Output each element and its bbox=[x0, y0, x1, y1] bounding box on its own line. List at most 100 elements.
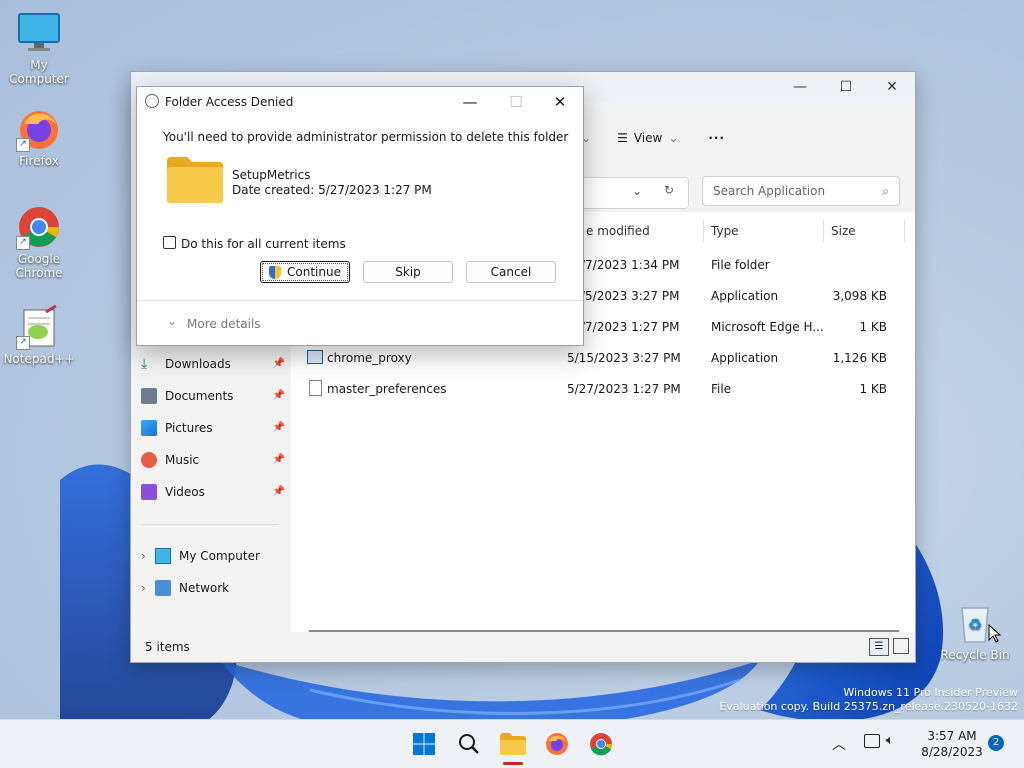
navigation-pane: ⤓ Downloads 📌 Documents 📌 Pictures 📌 Mus… bbox=[131, 322, 291, 632]
cancel-button[interactable]: Cancel bbox=[466, 261, 556, 283]
chrome-taskbar-button[interactable] bbox=[587, 730, 615, 758]
search-icon: ⌕ bbox=[882, 183, 889, 198]
firefox-icon: ↗ bbox=[16, 106, 62, 152]
nav-item-my-computer[interactable]: › My Computer bbox=[141, 542, 289, 570]
nav-item-music[interactable]: Music 📌 bbox=[141, 446, 289, 474]
download-icon: ⤓ bbox=[141, 356, 148, 372]
nav-item-network[interactable]: › Network bbox=[141, 574, 289, 602]
chevron-down-icon[interactable]: ⌄ bbox=[167, 314, 177, 328]
folder-icon bbox=[167, 157, 223, 203]
dialog-message: You'll need to provide administrator per… bbox=[163, 130, 569, 144]
details-view-button[interactable]: ☰ bbox=[869, 638, 889, 656]
clock-date: 8/28/2023 bbox=[921, 745, 983, 759]
desktop-icon-label: Google Chrome bbox=[15, 252, 63, 280]
application-icon bbox=[307, 350, 323, 364]
chevron-down-icon: ⌄ bbox=[668, 131, 679, 145]
videos-icon bbox=[141, 484, 157, 500]
notepadpp-icon: ↗ bbox=[16, 304, 62, 350]
maximize-button[interactable]: ☐ bbox=[823, 72, 869, 102]
table-row[interactable]: chrome_proxy 5/15/2023 3:27 PM Applicati… bbox=[301, 343, 901, 373]
show-hidden-icons-button[interactable]: ︿ bbox=[832, 734, 846, 754]
desktop-icon-chrome[interactable]: ↗ Google Chrome bbox=[0, 204, 78, 280]
folder-date-created: Date created: 5/27/2023 1:27 PM bbox=[232, 183, 432, 197]
close-button[interactable]: ✕ bbox=[869, 72, 915, 102]
desktop-icon-notepadpp[interactable]: ↗ Notepad++ bbox=[0, 304, 78, 366]
evaluation-watermark: Windows 11 Pro Insider Preview Evaluatio… bbox=[719, 686, 1018, 713]
desktop-icon-label: Recycle Bin bbox=[940, 648, 1010, 662]
windows-icon bbox=[413, 733, 435, 755]
apply-all-checkbox[interactable] bbox=[163, 236, 176, 249]
network-icon bbox=[155, 580, 171, 596]
pin-icon[interactable]: 📌 bbox=[273, 454, 285, 465]
firefox-taskbar-button[interactable] bbox=[543, 730, 571, 758]
music-icon bbox=[141, 452, 157, 468]
pin-icon[interactable]: 📌 bbox=[273, 390, 285, 401]
desktop-icon-firefox[interactable]: ↗ Firefox bbox=[0, 106, 78, 168]
tiles-view-button[interactable] bbox=[893, 638, 909, 654]
chrome-icon bbox=[590, 733, 613, 756]
nav-divider bbox=[141, 524, 279, 525]
search-input[interactable]: Search Application bbox=[713, 184, 825, 198]
chrome-icon: ↗ bbox=[16, 204, 62, 250]
uac-shield-icon bbox=[269, 265, 282, 279]
item-count: 5 items bbox=[145, 640, 190, 654]
taskbar: ︿ 🔈︎ 3:57 AM 8/28/2023 2 bbox=[0, 719, 1024, 768]
continue-button[interactable]: Continue bbox=[260, 261, 350, 283]
clock[interactable]: 3:57 AM 8/28/2023 bbox=[916, 728, 988, 760]
network-icon[interactable] bbox=[864, 734, 880, 748]
monitor-icon bbox=[155, 548, 171, 564]
address-bar[interactable]: ⌄ ↻ bbox=[571, 177, 689, 209]
documents-icon bbox=[141, 388, 157, 404]
nav-item-videos[interactable]: Videos 📌 bbox=[141, 478, 289, 506]
pin-icon[interactable]: 📌 bbox=[273, 422, 285, 433]
desktop-icon-recycle-bin[interactable]: ♻ Recycle Bin bbox=[936, 600, 1014, 662]
mouse-cursor-icon bbox=[988, 624, 1002, 643]
search-icon bbox=[459, 734, 479, 754]
search-box[interactable]: Search Application ⌕ bbox=[702, 176, 900, 206]
shortcut-arrow-icon: ↗ bbox=[16, 336, 30, 350]
apply-all-label[interactable]: Do this for all current items bbox=[181, 237, 346, 251]
firefox-icon bbox=[546, 733, 568, 755]
folder-access-denied-dialog: Folder Access Denied — ☐ ✕ You'll need t… bbox=[136, 86, 584, 346]
clock-time: 3:57 AM bbox=[927, 729, 977, 743]
volume-icon[interactable]: 🔈︎ bbox=[886, 733, 894, 748]
view-button[interactable]: ☰ View ⌄ bbox=[607, 131, 688, 145]
desktop-icon-label: Firefox bbox=[19, 154, 59, 168]
column-header-date[interactable]: e modified bbox=[586, 224, 650, 246]
shortcut-arrow-icon: ↗ bbox=[16, 236, 30, 250]
dialog-minimize-button[interactable]: — bbox=[447, 88, 493, 116]
column-header-size[interactable]: Size bbox=[831, 224, 856, 246]
file-explorer-taskbar-button[interactable] bbox=[499, 730, 527, 758]
search-button[interactable] bbox=[455, 730, 483, 758]
refresh-icon[interactable]: ↻ bbox=[664, 183, 674, 197]
folder-icon bbox=[500, 733, 526, 755]
explorer-toolbar: ⌄ ☰ View ⌄ ··· bbox=[571, 116, 915, 160]
desktop-icon-my-computer[interactable]: My Computer bbox=[0, 10, 78, 86]
monitor-icon bbox=[16, 10, 62, 56]
table-row[interactable]: master_preferences 5/27/2023 1:27 PM Fil… bbox=[301, 374, 901, 404]
pin-icon[interactable]: 📌 bbox=[273, 358, 285, 369]
chevron-down-icon[interactable]: ⌄ bbox=[632, 184, 642, 198]
chevron-right-icon[interactable]: › bbox=[141, 581, 155, 595]
pin-icon[interactable]: 📌 bbox=[273, 486, 285, 497]
chevron-right-icon[interactable]: › bbox=[141, 549, 155, 563]
dialog-footer: ⌄ More details bbox=[137, 300, 583, 345]
desktop-icon-label: Notepad++ bbox=[3, 352, 75, 366]
desktop-icon-label: My Computer bbox=[9, 58, 69, 86]
skip-button[interactable]: Skip bbox=[363, 261, 453, 283]
nav-item-downloads[interactable]: ⤓ Downloads 📌 bbox=[141, 350, 289, 378]
more-details-toggle[interactable]: More details bbox=[187, 317, 261, 331]
shortcut-arrow-icon: ↗ bbox=[16, 138, 30, 152]
column-header-type[interactable]: Type bbox=[711, 224, 739, 246]
dialog-close-button[interactable]: ✕ bbox=[537, 88, 583, 116]
file-icon bbox=[309, 380, 322, 396]
status-bar: 5 items ☰ bbox=[131, 632, 915, 662]
nav-item-pictures[interactable]: Pictures 📌 bbox=[141, 414, 289, 442]
notification-badge[interactable]: 2 bbox=[988, 735, 1004, 751]
pictures-icon bbox=[141, 420, 157, 436]
start-button[interactable] bbox=[410, 730, 438, 758]
dialog-title: Folder Access Denied bbox=[165, 95, 294, 109]
minimize-button[interactable]: — bbox=[777, 72, 823, 102]
more-options-button[interactable]: ··· bbox=[698, 131, 735, 145]
nav-item-documents[interactable]: Documents 📌 bbox=[141, 382, 289, 410]
